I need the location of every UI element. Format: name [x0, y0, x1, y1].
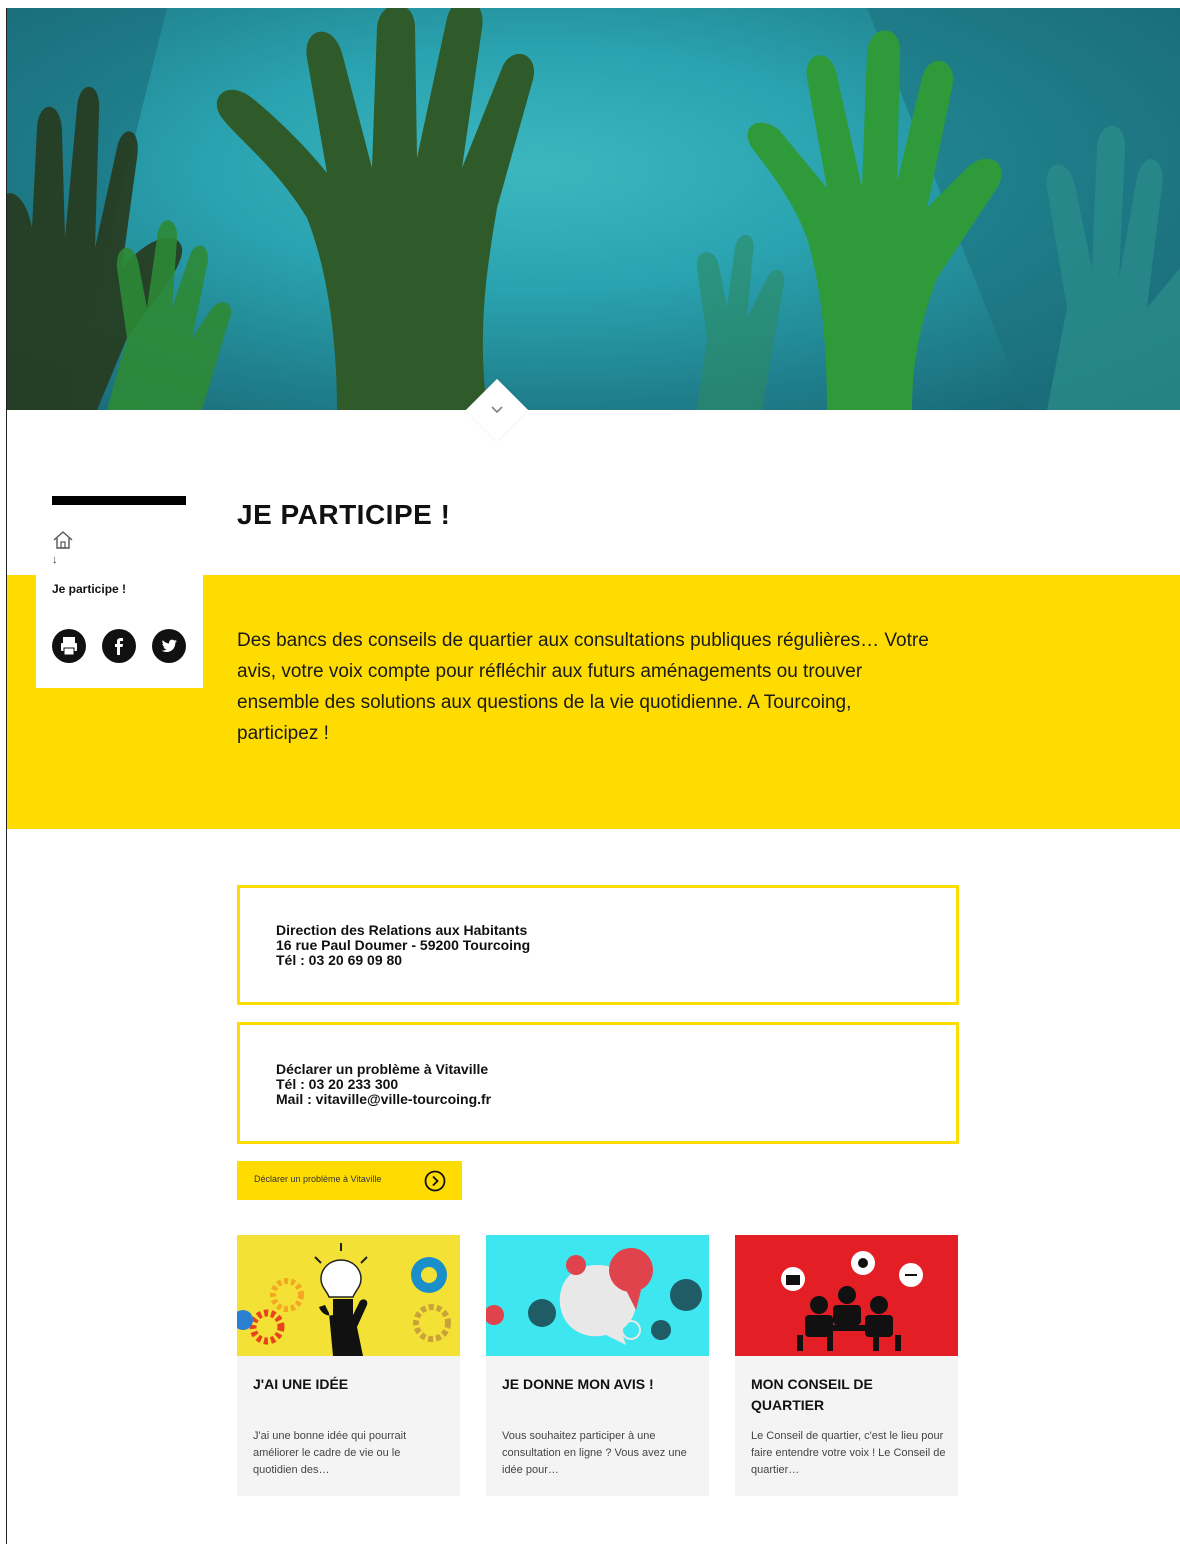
meeting-table-illustration: [735, 1235, 958, 1356]
contact-direction-box: Direction des Relations aux Habitants 16…: [237, 885, 959, 1005]
hero-banner: [7, 8, 1180, 410]
print-icon: [61, 637, 77, 656]
card-idea-image: [237, 1235, 460, 1356]
arrow-right-circle-icon: [424, 1170, 446, 1192]
card-council-text: Le Conseil de quartier, c'est le lieu po…: [751, 1430, 946, 1476]
card-opinion-image: [486, 1235, 709, 1356]
card-council-title: MON CONSEIL DE QUARTIER: [751, 1376, 873, 1413]
card-opinion[interactable]: JE DONNE MON AVIS ! Vous souhaitez parti…: [486, 1235, 709, 1496]
contact-vitaville-phone: Tél : 03 20 233 300: [276, 1076, 399, 1092]
vitaville-report-button[interactable]: Déclarer un problème à Vitaville: [237, 1161, 462, 1200]
chevron-down-icon[interactable]: [487, 402, 507, 418]
vitaville-report-label: Déclarer un problème à Vitaville: [254, 1174, 382, 1184]
lightbulb-gears-illustration: [237, 1235, 460, 1356]
intro-text: Des bancs des conseils de quartier aux c…: [237, 630, 929, 744]
contact-vitaville-box: Déclarer un problème à Vitaville Tél : 0…: [237, 1022, 959, 1144]
home-icon[interactable]: [52, 530, 74, 550]
breadcrumb-separator: ↓: [52, 554, 58, 566]
page: ↓ Je participe ! JE PARTICIPE ! Des banc…: [0, 0, 1180, 1544]
raised-hands-illustration: [7, 8, 1180, 410]
card-idea-text: J'ai une bonne idée qui pourrait amélior…: [253, 1430, 407, 1476]
twitter-icon: [161, 639, 177, 652]
card-opinion-text: Vous souhaitez participer à une consulta…: [502, 1430, 687, 1476]
card-council[interactable]: MON CONSEIL DE QUARTIER Le Conseil de qu…: [735, 1235, 958, 1496]
contact-vitaville-name: Déclarer un problème à Vitaville: [276, 1061, 489, 1077]
print-button[interactable]: [52, 629, 86, 663]
contact-direction-name: Direction des Relations aux Habitants: [276, 922, 528, 938]
contact-direction-address: 16 rue Paul Doumer - 59200 Tourcoing: [276, 937, 531, 953]
card-idea-title: J'AI UNE IDÉE: [253, 1376, 349, 1392]
page-title: JE PARTICIPE !: [237, 499, 451, 530]
facebook-share-button[interactable]: [102, 629, 136, 663]
speech-bubbles-illustration: [486, 1235, 709, 1356]
breadcrumb: ↓ Je participe !: [36, 496, 203, 688]
card-opinion-title: JE DONNE MON AVIS !: [502, 1376, 654, 1392]
card-council-image: [735, 1235, 958, 1356]
sidebar-bar: [52, 496, 186, 505]
contact-direction-phone: Tél : 03 20 69 09 80: [276, 952, 403, 968]
breadcrumb-current: Je participe !: [52, 582, 127, 596]
contact-vitaville-mail[interactable]: Mail : vitaville@ville-tourcoing.fr: [276, 1092, 491, 1107]
card-idea[interactable]: J'AI UNE IDÉE J'ai une bonne idée qui po…: [237, 1235, 460, 1496]
facebook-icon: [115, 638, 123, 655]
twitter-share-button[interactable]: [152, 629, 186, 663]
